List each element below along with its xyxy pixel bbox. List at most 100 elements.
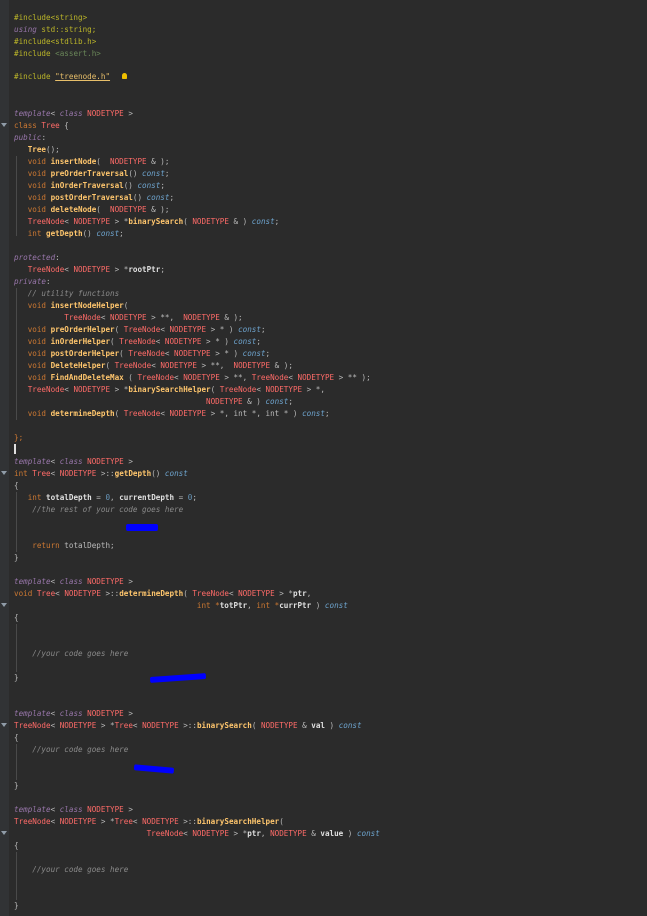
code-line[interactable]: TreeNode< NODETYPE > **, NODETYPE & );: [14, 312, 242, 324]
code-line[interactable]: //your code goes here: [14, 648, 128, 660]
code-line[interactable]: template< class NODETYPE >: [14, 108, 133, 120]
code-token: >: [123, 805, 133, 814]
code-line[interactable]: int getDepth() const;: [14, 228, 124, 240]
code-token: NODETYPE: [270, 829, 307, 838]
code-token: TreeNode: [119, 337, 156, 346]
code-token: TreeNode: [14, 721, 51, 730]
code-line[interactable]: //the rest of your code goes here: [14, 504, 183, 516]
code-token: int: [14, 493, 47, 502]
code-line[interactable]: }: [14, 900, 19, 912]
code-line[interactable]: void preOrderHelper( TreeNode< NODETYPE …: [14, 324, 266, 336]
code-line[interactable]: Tree();: [14, 144, 60, 156]
code-token: const: [137, 181, 161, 190]
code-line[interactable]: void insertNode( NODETYPE & );: [14, 156, 170, 168]
code-token: binarySearch: [196, 721, 252, 730]
code-editor[interactable]: #include<string> using std::string; #inclu…: [0, 0, 647, 916]
lightbulb-icon[interactable]: [122, 73, 127, 79]
code-token: int *: [14, 601, 220, 610]
code-token: const: [242, 349, 266, 358]
code-line[interactable]: #include<stdlib.h>: [14, 36, 96, 48]
code-line[interactable]: void preOrderTraversal() const;: [14, 168, 170, 180]
code-token: rootPtr: [128, 265, 161, 274]
code-line[interactable]: }: [14, 552, 19, 564]
code-line[interactable]: TreeNode< NODETYPE > *binarySearchHelper…: [14, 384, 325, 396]
code-line[interactable]: {: [14, 732, 19, 744]
fold-arrow-icon[interactable]: [1, 471, 7, 475]
code-line[interactable]: template< class NODETYPE >: [14, 804, 133, 816]
code-line[interactable]: TreeNode< NODETYPE > *Tree< NODETYPE >::…: [14, 816, 284, 828]
code-line[interactable]: void DeleteHelper( TreeNode< NODETYPE > …: [14, 360, 293, 372]
code-line[interactable]: void FindAndDeleteMax ( TreeNode< NODETY…: [14, 372, 371, 384]
code-line[interactable]: }: [14, 780, 19, 792]
code-token: (): [132, 193, 147, 202]
code-line[interactable]: void inOrderHelper( TreeNode< NODETYPE >…: [14, 336, 261, 348]
code-token: ;: [274, 217, 280, 226]
code-line[interactable]: class Tree {: [14, 120, 69, 132]
code-line[interactable]: {: [14, 840, 19, 852]
code-line[interactable]: template< class NODETYPE >: [14, 456, 133, 468]
code-line[interactable]: NODETYPE & ) const;: [14, 396, 293, 408]
code-line[interactable]: TreeNode< NODETYPE > *Tree< NODETYPE >::…: [14, 720, 362, 732]
code-line[interactable]: #include<string>: [14, 12, 87, 24]
code-line[interactable]: {: [14, 612, 19, 624]
code-line[interactable]: private:: [14, 276, 51, 288]
code-line[interactable]: return totalDepth;: [14, 540, 115, 552]
code-line[interactable]: TreeNode< NODETYPE > *binarySearch( NODE…: [14, 216, 280, 228]
code-token: NODETYPE: [82, 709, 124, 718]
fold-arrow-icon[interactable]: [1, 831, 7, 835]
code-line[interactable]: int totalDepth = 0, currentDepth = 0;: [14, 492, 197, 504]
code-line[interactable]: void determineDepth( TreeNode< NODETYPE …: [14, 408, 330, 420]
code-line[interactable]: int *totPtr, int *currPtr ) const: [14, 600, 348, 612]
code-line[interactable]: TreeNode< NODETYPE > *rootPtr;: [14, 264, 165, 276]
code-token: <: [256, 385, 266, 394]
code-line[interactable]: {: [14, 480, 19, 492]
fold-arrow-icon[interactable]: [1, 603, 7, 607]
code-line[interactable]: int Tree< NODETYPE >::getDepth() const: [14, 468, 188, 480]
code-token: (: [114, 325, 124, 334]
code-token: (: [105, 361, 115, 370]
code-line[interactable]: };: [14, 432, 23, 444]
code-line[interactable]: protected:: [14, 252, 60, 264]
code-token: & ): [242, 397, 266, 406]
code-token: "treenode.h": [55, 72, 111, 81]
code-line[interactable]: void postOrderHelper( TreeNode< NODETYPE…: [14, 348, 270, 360]
code-line[interactable]: }: [14, 672, 19, 684]
code-line[interactable]: template< class NODETYPE >: [14, 708, 133, 720]
fold-arrow-icon[interactable]: [1, 723, 7, 727]
code-line[interactable]: void postOrderTraversal() const;: [14, 192, 174, 204]
code-token: <: [174, 373, 184, 382]
code-line[interactable]: #include <assert.h>: [14, 48, 101, 60]
code-token: <: [55, 589, 65, 598]
fold-arrow-icon[interactable]: [1, 123, 7, 127]
code-token: totalDepth: [46, 493, 92, 502]
code-token: determineDepth: [50, 409, 115, 418]
code-token: //the rest of your code goes here: [14, 505, 184, 514]
code-line[interactable]: //your code goes here: [14, 744, 128, 756]
code-line[interactable]: // utility functions: [14, 288, 119, 300]
code-token: ): [311, 601, 325, 610]
code-token: NODETYPE: [142, 817, 179, 826]
code-token: ();: [46, 145, 60, 154]
code-token: (: [96, 157, 111, 166]
code-token: ;: [164, 169, 170, 178]
code-token: class: [59, 709, 83, 718]
code-line[interactable]: TreeNode< NODETYPE > *ptr, NODETYPE & va…: [14, 828, 380, 840]
code-token: =: [91, 493, 106, 502]
code-token: template: [14, 805, 51, 814]
code-line[interactable]: #include "treenode.h": [14, 71, 110, 83]
code-token: (: [123, 301, 129, 310]
code-line[interactable]: template< class NODETYPE >: [14, 576, 133, 588]
code-token: <: [50, 805, 60, 814]
code-token: class: [59, 805, 83, 814]
code-line[interactable]: using std::string;: [14, 24, 96, 36]
code-token: class: [59, 457, 83, 466]
code-token: > ** );: [334, 373, 371, 382]
code-token: > *, int *, int * ): [206, 409, 303, 418]
code-line[interactable]: void inOrderTraversal() const;: [14, 180, 165, 192]
code-line[interactable]: void deleteNode( NODETYPE & );: [14, 204, 170, 216]
code-line[interactable]: void Tree< NODETYPE >::determineDepth( T…: [14, 588, 311, 600]
code-line[interactable]: //your code goes here: [14, 864, 128, 876]
code-line[interactable]: void insertNodeHelper(: [14, 300, 129, 312]
code-line[interactable]: public:: [14, 132, 46, 144]
code-token: totalDepth;: [64, 541, 115, 550]
